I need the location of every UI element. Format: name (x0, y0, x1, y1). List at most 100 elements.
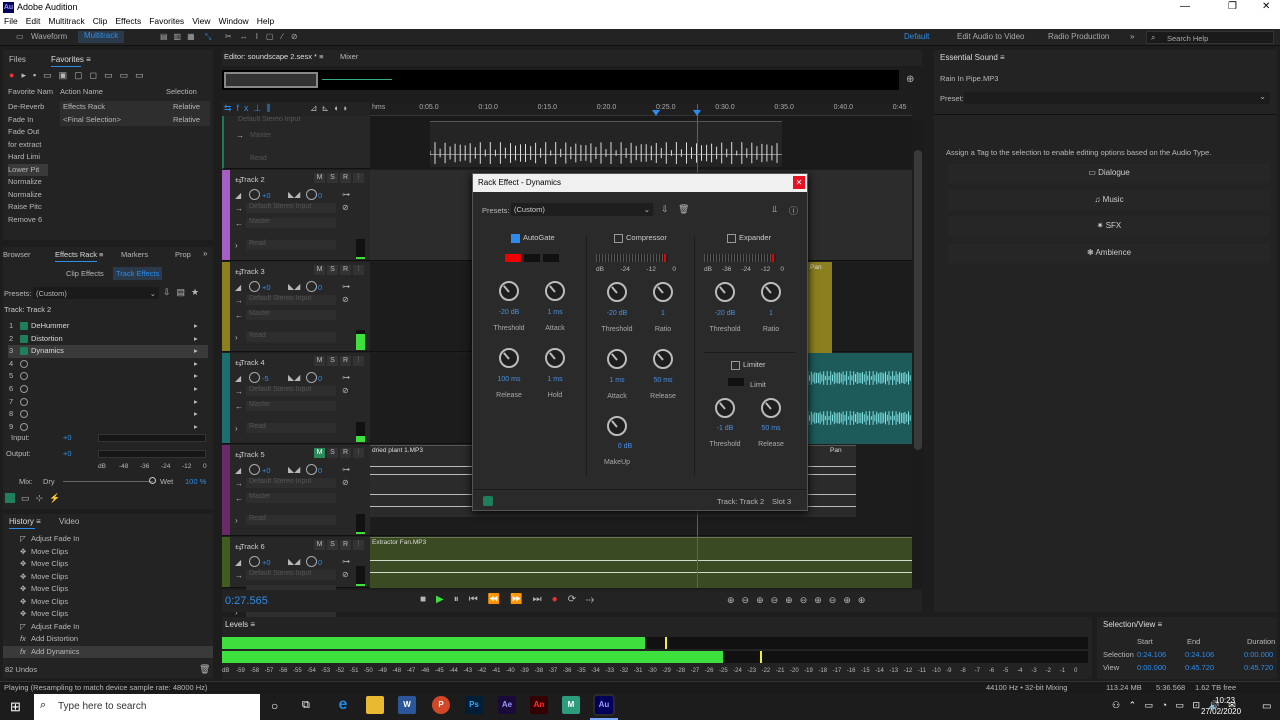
volume-knob[interactable] (249, 281, 260, 292)
comp-release-knob[interactable] (653, 349, 673, 369)
favorite-item[interactable]: Remove 6 (8, 214, 48, 227)
track-volume[interactable]: +0 (262, 191, 271, 200)
track-header[interactable]: ⇆ Track 5 M S R ⫶ ◢ +0 ◣◢ 0 ⊶ → Default Ste… (222, 445, 370, 536)
menu-edit[interactable]: Edit (22, 15, 45, 29)
more-tabs-icon[interactable]: » (203, 249, 207, 258)
history-item[interactable]: fx Add Distortion (3, 633, 213, 646)
essential-dialogue-button[interactable]: ▭ Dialogue (948, 163, 1270, 183)
autogate-checkbox[interactable]: AutoGate (511, 233, 555, 243)
track-input-dropdown[interactable]: Default Stereo Input (246, 386, 336, 396)
lim-release-knob[interactable] (761, 398, 781, 418)
word-icon[interactable]: W (398, 696, 416, 714)
playhead-marker-icon[interactable] (693, 110, 701, 116)
history-item[interactable]: ◸ Adjust Fade In (3, 533, 213, 546)
track-name[interactable]: Track 3 (240, 267, 265, 276)
rack-slot[interactable]: 5 ▸ (8, 370, 208, 383)
menu-view[interactable]: View (188, 15, 214, 29)
track-volume[interactable]: -5 (262, 374, 269, 383)
rack-slot[interactable]: 8 ▸ (8, 408, 208, 421)
essential-sfx-button[interactable]: ✷ SFX (948, 216, 1270, 236)
workspace-radio-production[interactable]: Radio Production (1048, 32, 1109, 41)
volume-knob[interactable] (249, 189, 260, 200)
view-start[interactable]: 0:00.000 (1137, 663, 1166, 672)
after-effects-icon[interactable]: Ae (498, 696, 516, 714)
track-automation-dropdown[interactable]: Read (246, 515, 336, 525)
power-icon[interactable] (5, 493, 15, 503)
move-tool-icon[interactable]: ⤡ (205, 32, 211, 42)
dialog-power-icon[interactable] (483, 496, 493, 506)
favorite-item[interactable]: Normalize (8, 189, 48, 202)
audition-taskbar-icon[interactable]: Au (593, 694, 615, 716)
track-msr-buttons[interactable]: M S R ⫶ (314, 540, 364, 550)
expander-checkbox[interactable]: Expander (727, 233, 771, 243)
transport-controls[interactable]: ■▶⏸⏮⏪⏩⏭●⟳⇢ (420, 594, 604, 605)
favorite-item[interactable]: Raise Pitc (8, 201, 48, 214)
track-header[interactable]: ⇆ Track 3 M S R ⫶ ◢ +0 ◣◢ 0 ⊶ → Default Ste… (222, 262, 370, 352)
rack-slot[interactable]: 2 Distortion ▸ (8, 333, 208, 346)
tool-icons[interactable]: ✂↔I▢∕⊘ (225, 32, 306, 41)
rack-slot[interactable]: 3 Dynamics ▸ (8, 345, 208, 358)
view-icons[interactable]: ▤▥▦ (160, 32, 201, 41)
essential-preset-dropdown[interactable]: ⌄ (964, 92, 1270, 104)
track-volume[interactable]: +0 (262, 283, 271, 292)
favorite-item[interactable]: Fade In (8, 114, 48, 127)
save-preset-icon[interactable]: ⇩ (661, 204, 669, 215)
history-item[interactable]: ✥ Move Clips (3, 583, 213, 596)
history-item[interactable]: ✥ Move Clips (3, 608, 213, 621)
workspace-edit-audio-video[interactable]: Edit Audio to Video (957, 32, 1024, 41)
maximize-icon[interactable]: ❐ (1228, 1, 1237, 12)
track-automation-dropdown[interactable]: Read (246, 240, 336, 250)
lim-threshold-knob[interactable] (715, 398, 735, 418)
cortana-icon[interactable]: ○ (271, 699, 278, 713)
selection-marker-icon[interactable] (652, 110, 660, 116)
m-app-icon[interactable]: M (562, 696, 580, 714)
preset-actions[interactable]: ⇩▤★ (163, 287, 205, 298)
gate-attack-knob[interactable] (545, 281, 565, 301)
taskbar-search[interactable]: ⌕ Type here to search (34, 694, 260, 720)
more-workspaces-icon[interactable]: » (1130, 32, 1134, 41)
track-volume[interactable]: +0 (262, 466, 271, 475)
track-output-dropdown[interactable]: Master (246, 493, 336, 503)
track-msr-buttons[interactable]: M S R ⫶ (314, 356, 364, 366)
exp-ratio-knob[interactable] (761, 282, 781, 302)
track-name[interactable]: Track 6 (240, 542, 265, 551)
history-item[interactable]: ✥ Move Clips (3, 596, 213, 609)
multitrack-tab[interactable]: Multitrack (78, 31, 125, 43)
track-pan[interactable]: 0 (318, 466, 322, 475)
selection-duration[interactable]: 0:00.000 (1244, 650, 1273, 659)
file-explorer-icon[interactable] (366, 696, 384, 714)
favorite-item[interactable]: for extract (8, 139, 48, 152)
track-output-dropdown[interactable]: Master (246, 218, 336, 228)
track-output-dropdown[interactable]: Master (246, 310, 336, 320)
files-tab[interactable]: Files (9, 52, 26, 66)
photoshop-icon[interactable]: Ps (465, 696, 483, 714)
gate-release-knob[interactable] (499, 348, 519, 368)
track-input-dropdown[interactable]: Default Stereo Input (246, 295, 336, 305)
volume-knob[interactable] (249, 372, 260, 383)
track-tools-icons[interactable]: ⇆fx⊥⫼ (224, 103, 276, 114)
selection-end[interactable]: 0:24.106 (1185, 650, 1214, 659)
comp-makeup-knob[interactable] (607, 416, 627, 436)
track-name[interactable]: Track 4 (240, 358, 265, 367)
edge-icon[interactable]: e (334, 696, 352, 714)
track-msr-buttons[interactable]: M S R ⫶ (314, 173, 364, 183)
favorites-tab[interactable]: Favorites ≡ (51, 52, 91, 66)
action-row[interactable]: Effects Rack Relative (60, 101, 210, 114)
track-pan[interactable]: 0 (318, 191, 322, 200)
comp-ratio-knob[interactable] (653, 282, 673, 302)
favorite-item[interactable]: Hard Limi (8, 151, 48, 164)
track-input-dropdown[interactable]: Default Stereo Input (246, 478, 336, 488)
clip-effects-tab[interactable]: Clip Effects (66, 269, 104, 278)
snap-icons[interactable]: ⊿⊾◖◗ (310, 103, 352, 114)
volume-knob[interactable] (249, 464, 260, 475)
markers-tab[interactable]: Markers (121, 250, 148, 259)
windows-start-icon[interactable]: ⊞ (10, 699, 21, 715)
limiter-checkbox[interactable]: Limiter (731, 360, 766, 370)
gate-hold-knob[interactable] (545, 348, 565, 368)
gate-threshold-knob[interactable] (499, 281, 519, 301)
rack-slot[interactable]: 4 ▸ (8, 358, 208, 371)
rack-slot[interactable]: 7 ▸ (8, 396, 208, 409)
pan-knob[interactable] (306, 556, 317, 567)
track-header[interactable]: ⇆ Track 2 M S R ⫶ ◢ +0 ◣◢ 0 ⊶ → Default Ste… (222, 170, 370, 261)
track-output-dropdown[interactable]: Master (246, 401, 336, 411)
